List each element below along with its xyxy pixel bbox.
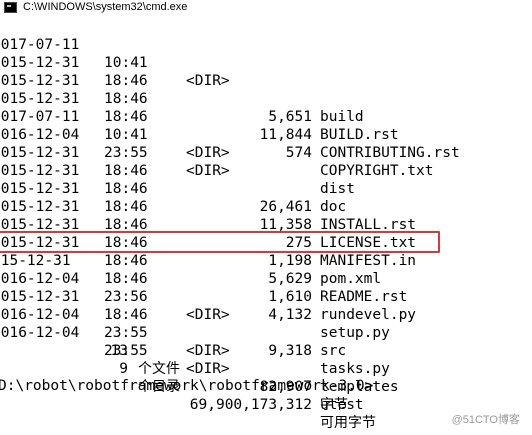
window-title: C:\WINDOWS\system32\cmd.exe	[23, 1, 188, 13]
listing-row: 2015-12-31 18:46 9,318 tasks.py	[0, 270, 532, 377]
listing-row: 2016-12-04 23:55 <DIR> doc	[0, 108, 532, 215]
file-summary-row: 13 个文件 82,907 字节	[0, 324, 532, 413]
listing-row: 2016-12-04 23:56 <DIR> src	[0, 252, 532, 359]
listing-row: 2017-07-11 10:41 <DIR> dist	[0, 90, 532, 197]
watermark: @51CTO博客	[451, 414, 520, 426]
listing-row: 2015-12-31 18:46 5,629 README.rst	[0, 198, 532, 305]
directory-listing: 2017-07-11 10:41 <DIR> build 2015-12-31 …	[0, 18, 532, 413]
listing-row: 2015-12-31 18:46 5,651 BUILD.rst	[0, 36, 532, 143]
directory-summary: 13 个文件 82,907 字节 9 个目录 69,900,173,312 可用…	[0, 324, 532, 431]
listing-row: 2015-12-31 18:46 11,358 LICENSE.txt	[0, 144, 532, 251]
file-name: tasks.py	[320, 361, 390, 377]
listing-row: 2015-12-31 18:46 574 COPYRIGHT.txt	[0, 72, 532, 179]
listing-row: 2015-12-31 18:46 11,844 CONTRIBUTING.rst	[0, 54, 532, 161]
listing-row: 2015-12-31 18:46 26,461 INSTALL.rst	[0, 126, 532, 233]
command-prompt[interactable]: D:\robot\robotframework\robotframework-3…	[0, 377, 373, 395]
listing-row: 2017-07-11 10:41 <DIR> build	[0, 18, 532, 125]
console-icon	[4, 1, 17, 13]
title-bar[interactable]: C:\WINDOWS\system32\cmd.exe	[0, 0, 532, 14]
file-count-label: 个文件	[138, 361, 180, 377]
listing-row: 2016-12-04 23:55 <DIR> utest	[0, 306, 532, 413]
dir-count: 9	[119, 361, 128, 377]
listing-row: 2015-12-31 18:46 275 MANIFEST.in	[0, 162, 532, 269]
free-bytes-unit: 可用字节	[320, 415, 376, 431]
file-bytes-unit: 字节	[320, 397, 348, 413]
free-bytes: 69,900,173,312	[189, 397, 312, 413]
listing-row: 2015-12-31 18:46 1,198 pom.xml	[0, 180, 532, 287]
setup-py-highlight	[0, 231, 440, 253]
listing-row: 2016-12-04 23:55 <DIR> templates	[0, 288, 532, 395]
dir-summary-row: 9 个目录 69,900,173,312 可用字节	[0, 342, 532, 431]
